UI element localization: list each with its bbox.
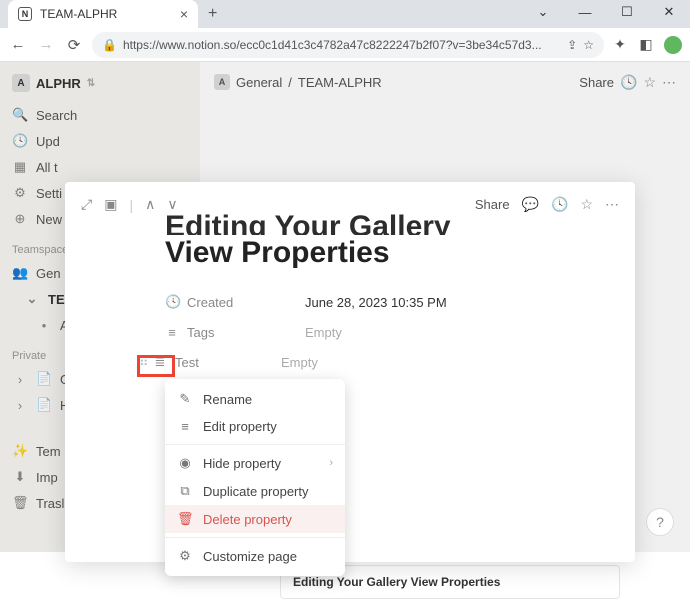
- forward-button: →: [36, 36, 56, 53]
- trash-icon: 🗑: [177, 511, 193, 527]
- menu-edit-property[interactable]: ≡Edit property: [165, 413, 345, 440]
- drag-handle-icon[interactable]: ⠿: [139, 354, 151, 370]
- property-test[interactable]: ⠿ ≣Test Empty: [65, 347, 635, 377]
- extension-green-icon[interactable]: [664, 36, 682, 54]
- new-tab-button[interactable]: +: [208, 5, 217, 23]
- reload-button[interactable]: ⟳: [64, 36, 84, 54]
- plus-circle-icon: ⊕: [12, 211, 28, 227]
- chevron-down-icon: ⌄: [24, 291, 40, 307]
- tab-title: TEAM-ALPHR: [40, 7, 172, 21]
- list-icon: ≡: [165, 325, 179, 340]
- maximize-button[interactable]: ☐: [606, 0, 648, 24]
- grid-icon: ▦: [12, 159, 28, 175]
- breadcrumb-parent[interactable]: General: [236, 75, 282, 90]
- sidebar-all-teamspaces[interactable]: ▦All t: [0, 154, 200, 180]
- modal-star-icon[interactable]: ☆: [580, 196, 593, 213]
- menu-customize-page[interactable]: ⚙Customize page: [165, 542, 345, 570]
- customize-icon: ⚙: [177, 548, 193, 564]
- page-icon: 📄: [36, 371, 52, 387]
- minimize-button[interactable]: —: [564, 0, 606, 24]
- window-controls: ⌄ — ☐ ✕: [522, 0, 690, 24]
- people-icon: 👥: [12, 265, 28, 281]
- property-context-menu: ✎Rename ≡Edit property ◉Hide property› ⧉…: [165, 379, 345, 576]
- help-button[interactable]: ?: [646, 508, 674, 536]
- sliders-icon: ≡: [177, 419, 193, 434]
- bullet-icon: •: [36, 318, 52, 333]
- menu-delete-property[interactable]: 🗑Delete property: [165, 505, 345, 533]
- prev-page-icon[interactable]: ∧: [145, 196, 155, 213]
- share-button[interactable]: Share: [579, 75, 614, 90]
- workspace-avatar: A: [12, 74, 30, 92]
- url-text: https://www.notion.so/ecc0c1d41c3c4782a4…: [123, 38, 561, 52]
- property-tags-value: Empty: [305, 325, 342, 340]
- extensions-puzzle-icon[interactable]: ✦: [612, 37, 628, 53]
- peek-mode-icon[interactable]: ▣: [104, 196, 117, 213]
- menu-separator: [165, 444, 345, 445]
- close-window-button[interactable]: ✕: [648, 0, 690, 24]
- close-tab-icon[interactable]: ×: [180, 6, 188, 22]
- more-dots-icon[interactable]: ⋯: [662, 74, 676, 91]
- page-icon: 📄: [36, 397, 52, 413]
- notion-favicon: N: [18, 7, 32, 21]
- share-url-icon[interactable]: ⇪: [567, 38, 577, 52]
- bookmark-star-icon[interactable]: ☆: [583, 38, 594, 52]
- search-icon: 🔍: [12, 107, 28, 123]
- workspace-switcher[interactable]: A ALPHR ⇅: [0, 70, 200, 102]
- property-test-value: Empty: [281, 355, 318, 370]
- sidebar-updates[interactable]: 🕓Upd: [0, 128, 200, 154]
- page-title[interactable]: Editing Your Gallery View Properties: [65, 209, 635, 287]
- menu-duplicate-property[interactable]: ⧉Duplicate property: [165, 477, 345, 505]
- text-icon: ≣: [153, 354, 167, 370]
- address-bar: ← → ⟳ 🔒 https://www.notion.so/ecc0c1d41c…: [0, 28, 690, 62]
- clock-icon: 🕓: [12, 133, 28, 149]
- rename-icon: ✎: [177, 391, 193, 407]
- breadcrumb-current[interactable]: TEAM-ALPHR: [298, 75, 382, 90]
- menu-separator: [165, 537, 345, 538]
- property-tags[interactable]: ≡Tags Empty: [65, 317, 635, 347]
- property-created[interactable]: 🕓Created June 28, 2023 10:35 PM: [65, 287, 635, 317]
- breadcrumb-sep: /: [288, 75, 292, 90]
- notion-app: A ALPHR ⇅ 🔍Search 🕓Upd ▦All t ⚙Setti ⊕Ne…: [0, 62, 690, 552]
- chevron-right-icon: ›: [12, 372, 28, 387]
- chevron-right-icon: ›: [12, 398, 28, 413]
- menu-rename[interactable]: ✎Rename: [165, 385, 345, 413]
- browser-tab-strip: N TEAM-ALPHR × + ⌄ — ☐ ✕: [0, 0, 690, 28]
- breadcrumb: A General / TEAM-ALPHR Share 🕓 ☆ ⋯: [200, 62, 690, 102]
- browser-tab[interactable]: N TEAM-ALPHR ×: [8, 0, 198, 28]
- updates-clock-icon[interactable]: 🕓: [620, 74, 637, 91]
- chevron-right-icon: ›: [329, 457, 333, 469]
- extension-icons: ✦ ◧: [612, 36, 682, 54]
- import-icon: ⬇: [12, 469, 28, 485]
- eye-icon: ◉: [177, 455, 193, 471]
- menu-hide-property[interactable]: ◉Hide property›: [165, 449, 345, 477]
- favorite-star-icon[interactable]: ☆: [643, 74, 656, 91]
- clock-icon: 🕓: [165, 294, 179, 310]
- modal-more-icon[interactable]: ⋯: [605, 196, 619, 213]
- page-peek-modal: ⤢ ▣ | ∧ ∨ Share 💬 🕓 ☆ ⋯ Editing Your Gal…: [65, 182, 635, 562]
- history-clock-icon[interactable]: 🕓: [551, 196, 568, 213]
- chevron-updown-icon: ⇅: [87, 78, 95, 89]
- duplicate-icon: ⧉: [177, 483, 193, 499]
- lock-icon: 🔒: [102, 38, 117, 52]
- sidebar-search[interactable]: 🔍Search: [0, 102, 200, 128]
- workspace-name: ALPHR: [36, 76, 81, 91]
- breadcrumb-icon: A: [214, 74, 230, 90]
- expand-icon[interactable]: ⤢: [81, 196, 92, 213]
- trash-icon: 🗑: [12, 495, 28, 511]
- back-button[interactable]: ←: [8, 36, 28, 53]
- templates-icon: ✨: [12, 443, 28, 459]
- extension-box-icon[interactable]: ◧: [638, 37, 654, 53]
- property-created-value: June 28, 2023 10:35 PM: [305, 295, 447, 310]
- gear-icon: ⚙: [12, 185, 28, 201]
- caret-down-icon[interactable]: ⌄: [522, 0, 564, 24]
- url-field[interactable]: 🔒 https://www.notion.so/ecc0c1d41c3c4782…: [92, 32, 604, 58]
